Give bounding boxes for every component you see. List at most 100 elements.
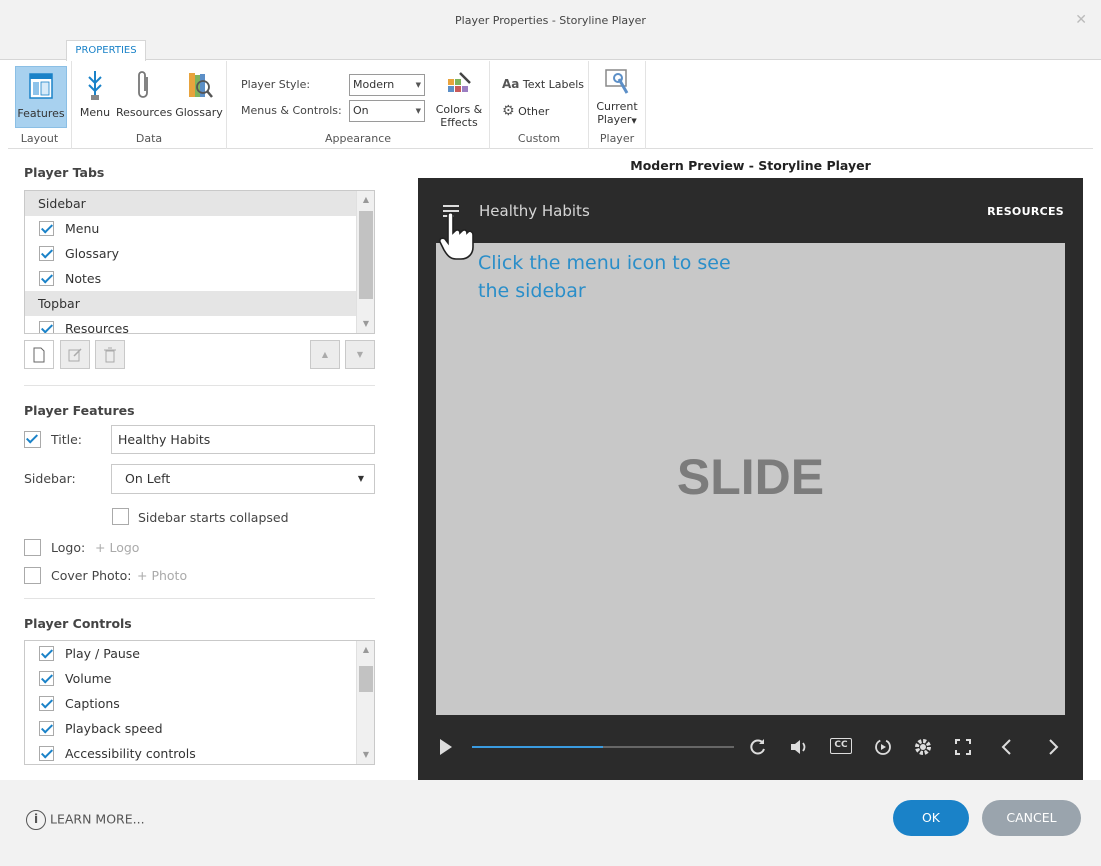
list-item-label: Notes: [65, 271, 102, 286]
title-input[interactable]: Healthy Habits: [111, 425, 375, 454]
list-item[interactable]: Playback speed: [25, 716, 374, 741]
player-tabs-title: Player Tabs: [24, 165, 105, 180]
pointer-hand-icon: [439, 211, 474, 260]
divider: [24, 598, 375, 599]
list-item[interactable]: Notes: [25, 266, 374, 291]
player-style-value: Modern: [353, 78, 395, 91]
features-button[interactable]: Features: [15, 66, 67, 128]
chevron-down-icon: ▼: [415, 81, 421, 89]
move-up-icon[interactable]: ▲: [310, 340, 340, 369]
move-down-icon[interactable]: ▼: [345, 340, 375, 369]
group-label-custom: Custom: [517, 132, 561, 145]
fullscreen-icon[interactable]: [954, 738, 972, 756]
edit-icon: [68, 348, 82, 362]
settings-panel: Player Tabs Sidebar Menu Glossary Notes …: [8, 150, 410, 780]
scroll-down-icon[interactable]: ▼: [357, 315, 374, 333]
list-item[interactable]: Resources: [25, 316, 374, 333]
menu-label: Menu: [79, 106, 111, 119]
checkbox[interactable]: [39, 321, 54, 333]
list-header: Sidebar: [25, 191, 356, 216]
current-player-button[interactable]: Current Player▼: [591, 64, 643, 126]
checkbox[interactable]: [39, 221, 54, 236]
menus-controls-select[interactable]: On ▼: [349, 100, 425, 122]
player-controls-list: Play / Pause Volume Captions Playback sp…: [24, 640, 375, 765]
seek-bar[interactable]: [472, 746, 734, 748]
sidebar-collapsed-checkbox[interactable]: [112, 508, 129, 525]
group-label-layout: Layout: [20, 132, 59, 145]
delete-tab-button[interactable]: [95, 340, 125, 369]
text-labels-button[interactable]: Aa Text Labels: [502, 77, 584, 91]
list-item[interactable]: Glossary: [25, 241, 374, 266]
scroll-thumb[interactable]: [359, 666, 373, 692]
group-label-data: Data: [135, 132, 163, 145]
scroll-up-icon[interactable]: ▲: [357, 191, 374, 209]
next-slide-icon[interactable]: [1047, 738, 1061, 756]
cancel-button[interactable]: CANCEL: [982, 800, 1081, 836]
checkbox[interactable]: [39, 671, 54, 686]
preview-heading: Modern Preview - Storyline Player: [630, 158, 871, 173]
close-icon[interactable]: ✕: [1075, 12, 1087, 28]
scroll-thumb[interactable]: [359, 211, 373, 299]
sidebar-select[interactable]: On Left ▼: [111, 464, 375, 494]
scrollbar[interactable]: ▲ ▼: [356, 641, 374, 764]
new-tab-button[interactable]: [24, 340, 54, 369]
ribbon-group-player: Current Player▼ Player: [589, 61, 646, 149]
playback-speed-icon[interactable]: [874, 738, 892, 756]
colors-label-1: Colors &: [435, 103, 483, 116]
list-item[interactable]: Captions: [25, 691, 374, 716]
paperclip-icon: [138, 71, 148, 98]
scrollbar[interactable]: ▲ ▼: [356, 191, 374, 333]
previous-slide-icon[interactable]: [999, 738, 1013, 756]
captions-icon[interactable]: CC: [830, 738, 852, 754]
checkbox[interactable]: [39, 246, 54, 261]
title-bar: Player Properties - Storyline Player ✕: [0, 0, 1101, 40]
hint-text: Click the menu icon to see the sidebar: [478, 252, 731, 302]
list-item[interactable]: Menu: [25, 216, 374, 241]
edit-tab-button[interactable]: [60, 340, 90, 369]
list-item[interactable]: Play / Pause: [25, 641, 374, 666]
add-photo-link[interactable]: + Photo: [137, 568, 187, 583]
ribbon-group-data: Menu Resources Glossary Data: [72, 61, 227, 149]
info-icon: i: [26, 810, 46, 830]
colors-effects-button[interactable]: Colors & Effects: [433, 66, 485, 129]
checkbox[interactable]: [39, 271, 54, 286]
other-label: Other: [518, 105, 550, 118]
logo-checkbox[interactable]: [24, 539, 41, 556]
player-tabs-list: Sidebar Menu Glossary Notes Topbar Resou…: [24, 190, 375, 334]
glossary-button[interactable]: Glossary: [174, 66, 224, 128]
list-item[interactable]: Accessibility controls: [25, 741, 374, 764]
checkbox[interactable]: [39, 696, 54, 711]
player-properties-dialog: Player Properties - Storyline Player ✕ P…: [0, 0, 1101, 866]
scroll-up-icon[interactable]: ▲: [357, 641, 374, 659]
window-title: Player Properties - Storyline Player: [455, 14, 646, 27]
checkbox[interactable]: [39, 721, 54, 736]
resources-button[interactable]: Resources: [116, 66, 172, 128]
player-wrench-icon: [605, 69, 629, 94]
list-item[interactable]: Volume: [25, 666, 374, 691]
resources-label: Resources: [116, 106, 173, 119]
menu-button[interactable]: Menu: [76, 66, 114, 128]
list-item-label: Menu: [65, 221, 100, 236]
cover-photo-checkbox[interactable]: [24, 567, 41, 584]
settings-gear-icon[interactable]: [914, 738, 932, 756]
resources-link[interactable]: RESOURCES: [987, 205, 1064, 218]
add-logo-link[interactable]: + Logo: [95, 540, 139, 555]
player-style-label: Player Style:: [241, 78, 311, 91]
play-icon[interactable]: [438, 738, 454, 756]
scroll-down-icon[interactable]: ▼: [357, 746, 374, 764]
ok-button[interactable]: OK: [893, 800, 969, 836]
tab-properties[interactable]: PROPERTIES: [66, 40, 146, 61]
checkbox[interactable]: [39, 746, 54, 761]
ribbon-group-layout: Features Layout: [8, 61, 72, 149]
menu-tree-icon: [88, 71, 102, 100]
player-style-select[interactable]: Modern ▼: [349, 74, 425, 96]
group-label-player: Player: [599, 132, 635, 145]
other-button[interactable]: ⚙ Other: [502, 103, 549, 119]
title-checkbox[interactable]: [24, 431, 41, 448]
player-controls-title: Player Controls: [24, 616, 132, 631]
replay-icon[interactable]: [749, 738, 767, 756]
volume-icon[interactable]: [789, 738, 809, 756]
checkbox[interactable]: [39, 646, 54, 661]
sidebar-label: Sidebar:: [24, 471, 76, 486]
learn-more-link[interactable]: i LEARN MORE...: [26, 810, 145, 830]
